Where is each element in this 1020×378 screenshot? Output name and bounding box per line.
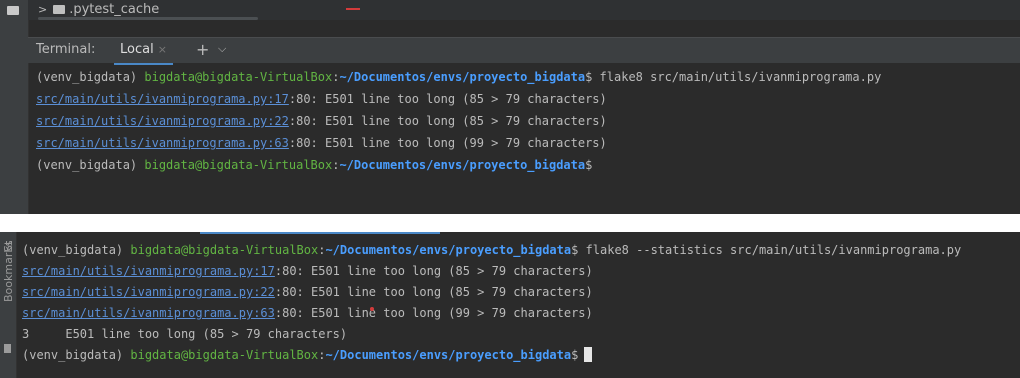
prompt-dollar: $: [571, 348, 579, 362]
output-text: :80: E501 line too long (85 > 79 charact…: [274, 264, 593, 278]
output-text: :80: E501 line too long (85 > 79 charact…: [274, 285, 593, 299]
terminal-tab-bar: Terminal: Local × + ⌵: [28, 37, 1020, 65]
project-tree-bar: > .pytest_cache: [28, 0, 1020, 20]
scrollbar-indicator[interactable]: [200, 232, 440, 234]
chevron-right-icon[interactable]: >: [38, 3, 47, 16]
prompt-line: (venv_bigdata) bigdata@bigdata-VirtualBo…: [36, 66, 1010, 88]
terminal-output[interactable]: (venv_bigdata) bigdata@bigdata-VirtualBo…: [22, 240, 1010, 366]
prompt-line: (venv_bigdata) bigdata@bigdata-VirtualBo…: [36, 154, 1010, 176]
tree-item-pytest-cache[interactable]: > .pytest_cache: [38, 2, 159, 17]
terminal-panel-top: > .pytest_cache Terminal: Local × + ⌵ (ven…: [0, 0, 1020, 214]
venv-prefix: (venv_bigdata): [22, 243, 131, 257]
statistics-text: 3 E501 line too long (85 > 79 characters…: [22, 327, 348, 341]
horizontal-scrollbar[interactable]: [38, 17, 258, 20]
cwd-path: ~/Documentos/envs/proyecto_bigdata: [339, 158, 586, 172]
output-text: :80: E501 line too long (85 > 79 charact…: [288, 92, 607, 106]
project-folder-icon[interactable]: [7, 6, 19, 15]
file-link[interactable]: src/main/utils/ivanmiprograma.py:17: [36, 92, 289, 106]
output-line: src/main/utils/ivanmiprograma.py:22:80: …: [36, 110, 1010, 132]
venv-prefix: (venv_bigdata): [22, 348, 131, 362]
output-line: src/main/utils/ivanmiprograma.py:63:80: …: [22, 303, 1010, 324]
file-link[interactable]: src/main/utils/ivanmiprograma.py:63: [36, 136, 289, 150]
side-tool-strip: St Bookmarks: [0, 232, 17, 378]
output-text: :80: E501 line too long (99 > 79 charact…: [274, 306, 593, 320]
tab-local-label: Local: [120, 42, 154, 57]
cwd-path: ~/Documentos/envs/proyecto_bigdata: [325, 243, 572, 257]
file-link[interactable]: src/main/utils/ivanmiprograma.py:17: [22, 264, 275, 278]
prompt-dollar: $: [585, 158, 593, 172]
user-host: bigdata@bigdata-VirtualBox: [130, 243, 319, 257]
terminal-title: Terminal:: [36, 42, 96, 57]
output-text: :80: E501 line too long (85 > 79 charact…: [288, 114, 607, 128]
new-tab-plus-icon[interactable]: +: [196, 40, 209, 59]
cwd-path: ~/Documentos/envs/proyecto_bigdata: [339, 70, 586, 84]
user-host: bigdata@bigdata-VirtualBox: [144, 70, 333, 84]
tab-local[interactable]: Local ×: [114, 38, 173, 65]
venv-prefix: (venv_bigdata): [36, 158, 145, 172]
close-icon[interactable]: ×: [158, 43, 167, 56]
file-link[interactable]: src/main/utils/ivanmiprograma.py:63: [22, 306, 275, 320]
tree-item-label: .pytest_cache: [69, 2, 160, 17]
panel-gap: [0, 214, 1020, 232]
bookmarks-tool-tab[interactable]: Bookmarks: [2, 241, 15, 302]
cwd-path: ~/Documentos/envs/proyecto_bigdata: [325, 348, 572, 362]
output-line: src/main/utils/ivanmiprograma.py:22:80: …: [22, 282, 1010, 303]
bottom-tool-bar: [22, 370, 1020, 378]
folder-icon: [53, 5, 66, 14]
project-tool-strip: [0, 0, 29, 214]
user-host: bigdata@bigdata-VirtualBox: [130, 348, 319, 362]
prompt-dollar: $: [585, 70, 600, 84]
prompt-line: (venv_bigdata) bigdata@bigdata-VirtualBo…: [22, 240, 1010, 261]
command: flake8 --statistics src/main/utils/ivanm…: [585, 243, 962, 257]
output-line: src/main/utils/ivanmiprograma.py:17:80: …: [36, 88, 1010, 110]
text-cursor: [584, 347, 593, 362]
caret-marker: [370, 307, 374, 311]
prompt-dollar: $: [571, 243, 586, 257]
command: flake8 src/main/utils/ivanmiprograma.py: [599, 70, 882, 84]
terminal-output[interactable]: (venv_bigdata) bigdata@bigdata-VirtualBo…: [36, 66, 1010, 176]
error-marker: [346, 8, 360, 10]
prompt-line: (venv_bigdata) bigdata@bigdata-VirtualBo…: [22, 345, 1010, 366]
output-line: src/main/utils/ivanmiprograma.py:17:80: …: [22, 261, 1010, 282]
file-link[interactable]: src/main/utils/ivanmiprograma.py:22: [22, 285, 275, 299]
chevron-down-icon[interactable]: ⌵: [218, 42, 226, 56]
venv-prefix: (venv_bigdata): [36, 70, 145, 84]
terminal-panel-bottom: St Bookmarks (venv_bigdata) bigdata@bigd…: [0, 232, 1020, 378]
statistics-line: 3 E501 line too long (85 > 79 characters…: [22, 324, 1010, 345]
output-text: :80: E501 line too long (99 > 79 charact…: [288, 136, 607, 150]
user-host: bigdata@bigdata-VirtualBox: [144, 158, 333, 172]
output-line: src/main/utils/ivanmiprograma.py:63:80: …: [36, 132, 1010, 154]
bookmark-icon[interactable]: [4, 344, 11, 353]
file-link[interactable]: src/main/utils/ivanmiprograma.py:22: [36, 114, 289, 128]
